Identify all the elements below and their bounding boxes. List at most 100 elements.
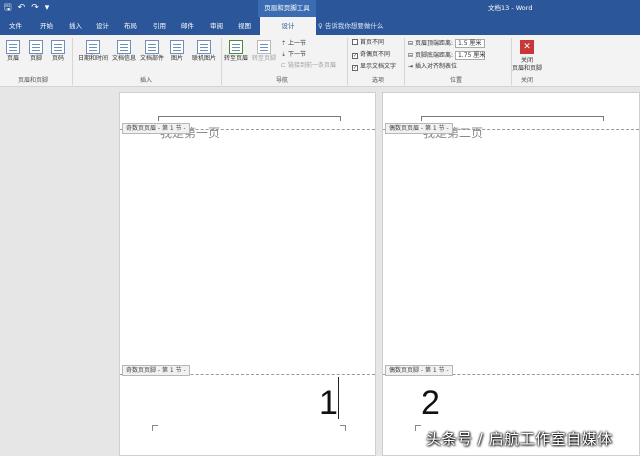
save-icon[interactable]: 🖫: [4, 2, 12, 15]
show-document-text-checkbox[interactable]: ✓ 显示文档文字: [352, 63, 396, 71]
header-button[interactable]: 页眉: [4, 40, 22, 62]
lightbulb-icon: ♀: [318, 22, 325, 30]
group-separator: [72, 38, 73, 85]
goto-header-icon: [229, 40, 243, 54]
insert-alignment-tab-label: 插入对齐制表位: [414, 63, 457, 70]
redo-icon[interactable]: ↷: [31, 2, 39, 15]
document-info-button[interactable]: 文档信息: [110, 40, 138, 62]
text-cursor: [338, 377, 339, 419]
goto-footer-label: 转至页脚: [251, 55, 276, 62]
footer-icon: [29, 40, 43, 54]
tab-hf-design[interactable]: 设计: [260, 17, 316, 35]
previous-section-button[interactable]: ⇡ 上一节: [281, 40, 306, 48]
online-pictures-button[interactable]: 联机图片: [190, 40, 218, 62]
tab-design[interactable]: 设计: [96, 17, 109, 35]
page-even[interactable]: 我是第二页 偶数页页眉 - 第 1 节 - 偶数页页脚 - 第 1 节 - 2: [382, 92, 640, 456]
footer-section-tag: 奇数页页脚 - 第 1 节 -: [122, 365, 190, 376]
header-label: 页眉: [6, 55, 19, 62]
link-to-previous-button[interactable]: ⊏ 链接到前一条页眉: [281, 62, 336, 70]
group-separator: [404, 38, 405, 85]
goto-header-label: 转至页眉: [223, 55, 248, 62]
date-time-label: 日期和时间: [77, 55, 108, 62]
close-hf-label-1[interactable]: 关闭: [521, 57, 533, 65]
group-label-position: 位置: [450, 77, 463, 84]
header-margin-tick: [421, 116, 422, 121]
header-icon: [6, 40, 20, 54]
header-section-tag: 奇数页页眉 - 第 1 节 -: [122, 123, 190, 134]
undo-icon[interactable]: ↶: [18, 2, 26, 15]
tab-view[interactable]: 视图: [238, 17, 251, 35]
group-label-close: 关闭: [521, 77, 534, 84]
tab-mailings[interactable]: 邮件: [181, 17, 194, 35]
page-number[interactable]: 1: [319, 385, 338, 421]
different-first-page-checkbox[interactable]: 首页不同: [352, 39, 384, 47]
tab-layout[interactable]: 布局: [124, 17, 137, 35]
tab-file[interactable]: 文件: [9, 17, 22, 35]
arrow-up-icon: ⇡: [281, 40, 288, 47]
header-from-top-row: ⊟ 页眉顶端距离: 1.5 厘米: [408, 39, 485, 48]
footer-section-tag: 偶数页页脚 - 第 1 节 -: [385, 365, 453, 376]
link-to-previous-label: 链接到前一条页眉: [287, 62, 336, 69]
group-separator: [347, 38, 348, 85]
close-hf-label-2[interactable]: 页眉和页脚: [512, 65, 542, 73]
header-from-top-label: 页眉顶端距离:: [414, 40, 453, 47]
close-icon[interactable]: ✕: [520, 40, 534, 54]
header-margin-tick: [603, 116, 604, 121]
title-bar: 🖫 ↶ ↷ ▾ 页眉和页脚工具 文档13 - Word: [0, 0, 640, 17]
margin-corner-mark: [340, 425, 346, 431]
link-icon: ⊏: [281, 62, 288, 69]
next-section-button[interactable]: ⇣ 下一节: [281, 51, 306, 59]
contextual-tab-title: 页眉和页脚工具: [258, 0, 316, 17]
ribbon-tabs: 文件 开始 插入 设计 布局 引用 邮件 审阅 视图 设计 ♀ 告诉我你想要做什…: [0, 17, 640, 35]
tab-insert[interactable]: 插入: [69, 17, 82, 35]
goto-header-button[interactable]: 转至页眉: [223, 40, 249, 62]
online-pictures-label: 联机图片: [191, 55, 216, 62]
tell-me-box[interactable]: ♀ 告诉我你想要做什么: [318, 17, 383, 35]
tab-home[interactable]: 开始: [40, 17, 53, 35]
group-label-insert: 插入: [140, 77, 153, 84]
date-time-button[interactable]: 日期和时间: [76, 40, 110, 62]
margin-corner-mark: [152, 425, 158, 431]
show-document-text-label: 显示文档文字: [360, 63, 397, 70]
different-first-page-label: 首页不同: [360, 39, 385, 46]
group-label-header-footer: 页眉和页脚: [18, 77, 49, 84]
page-number-button[interactable]: 页码: [49, 40, 67, 62]
page-odd[interactable]: 我是第一页 奇数页页眉 - 第 1 节 - 奇数页页脚 - 第 1 节 - 1: [119, 92, 376, 456]
goto-footer-button[interactable]: 转至页脚: [251, 40, 277, 62]
footer-button[interactable]: 页脚: [27, 40, 45, 62]
header-position-icon: ⊟: [408, 40, 415, 47]
quick-parts-button[interactable]: 文档部件: [138, 40, 166, 62]
group-separator: [511, 38, 512, 85]
insert-alignment-tab-button[interactable]: ⇥ 插入对齐制表位: [408, 63, 457, 71]
header-from-top-input[interactable]: 1.5 厘米: [454, 39, 485, 48]
word-window: 🖫 ↶ ↷ ▾ 页眉和页脚工具 文档13 - Word 文件 开始 插入 设计 …: [0, 0, 640, 456]
tab-references[interactable]: 引用: [153, 17, 166, 35]
footer-position-icon: ⊟: [408, 52, 415, 59]
document-info-label: 文档信息: [111, 55, 136, 62]
footer-from-bottom-label: 页脚底端距离:: [414, 52, 453, 59]
footer-from-bottom-input[interactable]: 1.75 厘米: [454, 51, 485, 60]
footer-label: 页脚: [29, 55, 42, 62]
alignment-tab-icon: ⇥: [408, 63, 415, 70]
header-underline: [158, 116, 340, 117]
checkbox-unchecked-icon: [352, 39, 358, 45]
header-section-tag: 偶数页页眉 - 第 1 节 -: [385, 123, 453, 134]
watermark-text: 头条号 / 启航工作室自媒体: [426, 430, 613, 448]
next-section-label: 下一节: [287, 51, 306, 58]
quick-parts-icon: [145, 40, 159, 54]
header-margin-tick: [158, 116, 159, 121]
picture-button[interactable]: 图片: [168, 40, 186, 62]
online-pictures-icon: [197, 40, 211, 54]
document-title: 文档13 - Word: [488, 4, 533, 12]
document-info-icon: [117, 40, 131, 54]
different-odd-even-checkbox[interactable]: ✓ 奇偶页不同: [352, 51, 390, 59]
previous-section-label: 上一节: [287, 40, 306, 47]
arrow-down-icon: ⇣: [281, 51, 288, 58]
goto-footer-icon: [257, 40, 271, 54]
tab-review[interactable]: 审阅: [210, 17, 223, 35]
page-number-label: 页码: [51, 55, 64, 62]
page-number[interactable]: 2: [421, 385, 440, 421]
customize-qat-icon[interactable]: ▾: [45, 2, 50, 15]
checkbox-checked-icon: ✓: [352, 65, 358, 71]
calendar-icon: [86, 40, 100, 54]
